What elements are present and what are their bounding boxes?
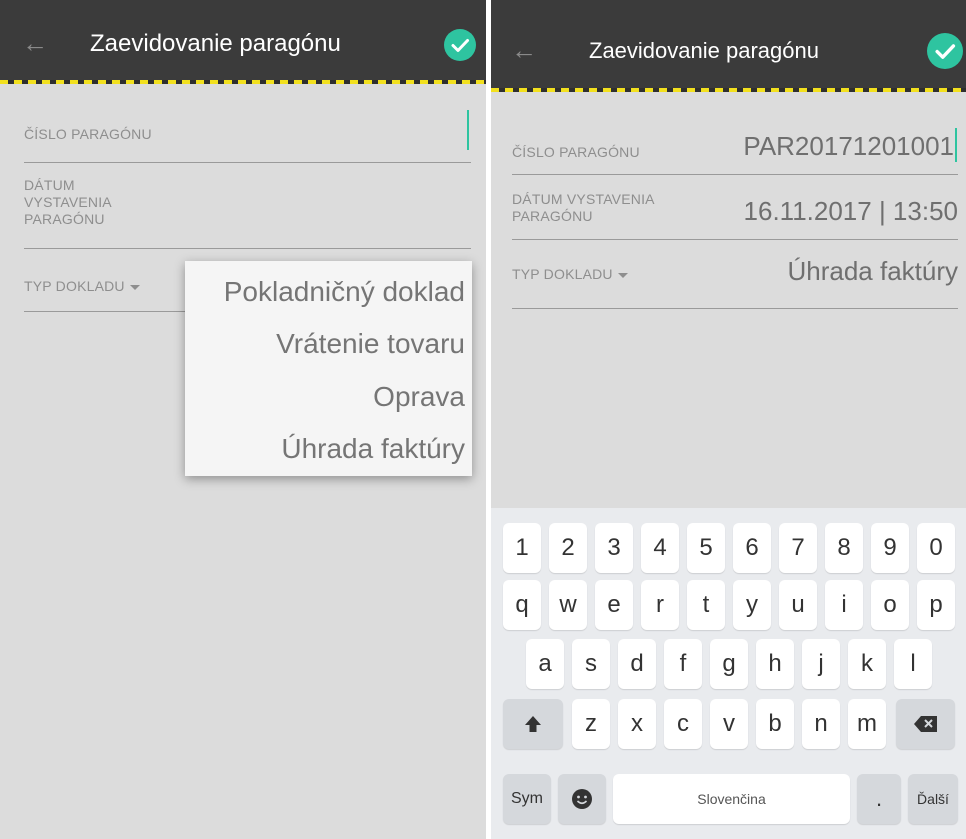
on-screen-keyboard: 1 2 3 4 5 6 7 8 9 0 q w e r t y u i o p … — [491, 508, 966, 839]
key-g[interactable]: g — [710, 639, 748, 689]
key-p[interactable]: p — [917, 580, 955, 630]
right-screen: ← Zaevidovanie paragónu ČÍSLO PARAGÓNU P… — [491, 0, 966, 839]
key-y[interactable]: y — [733, 580, 771, 630]
key-r[interactable]: r — [641, 580, 679, 630]
issue-date-label-line1: DÁTUM — [24, 177, 75, 193]
key-u[interactable]: u — [779, 580, 817, 630]
key-2[interactable]: 2 — [549, 523, 587, 573]
issue-date-label-line1: DÁTUM VYSTAVENIA — [512, 191, 655, 207]
key-q[interactable]: q — [503, 580, 541, 630]
menu-item[interactable]: Oprava — [373, 383, 465, 411]
receipt-number-value: PAR20171201001 — [743, 131, 954, 161]
toolbar-stripe — [0, 80, 486, 84]
key-l[interactable]: l — [894, 639, 932, 689]
doc-type-field[interactable] — [24, 311, 185, 312]
shift-key[interactable] — [503, 699, 563, 749]
arrow-left-icon[interactable]: ← — [22, 30, 48, 56]
dropdown-arrow-icon — [129, 284, 140, 290]
sym-key[interactable]: Sym — [503, 774, 551, 824]
menu-item[interactable]: Pokladničný doklad — [224, 278, 465, 306]
arrow-left-icon[interactable]: ← — [511, 37, 537, 63]
text-cursor — [467, 110, 469, 150]
issue-date-field[interactable] — [24, 248, 471, 249]
shift-arrow-icon — [525, 716, 541, 732]
key-z[interactable]: z — [572, 699, 610, 749]
check-icon[interactable] — [927, 33, 963, 69]
key-m[interactable]: m — [848, 699, 886, 749]
dropdown-arrow-icon — [617, 272, 628, 278]
key-1[interactable]: 1 — [503, 523, 541, 573]
key-c[interactable]: c — [664, 699, 702, 749]
key-n[interactable]: n — [802, 699, 840, 749]
key-f[interactable]: f — [664, 639, 702, 689]
key-j[interactable]: j — [802, 639, 840, 689]
menu-item[interactable]: Úhrada faktúry — [281, 435, 465, 463]
emoji-key[interactable] — [558, 774, 606, 824]
toolbar: ← Zaevidovanie paragónu — [491, 0, 966, 92]
issue-date-label-line3: PARAGÓNU — [24, 211, 105, 227]
key-t[interactable]: t — [687, 580, 725, 630]
key-x[interactable]: x — [618, 699, 656, 749]
toolbar-stripe — [491, 88, 966, 92]
key-v[interactable]: v — [710, 699, 748, 749]
doc-type-label[interactable]: TYP DOKLADU — [24, 278, 140, 295]
receipt-number-field[interactable] — [512, 174, 958, 175]
receipt-number-label: ČÍSLO PARAGÓNU — [24, 126, 152, 142]
key-w[interactable]: w — [549, 580, 587, 630]
check-icon[interactable] — [444, 29, 476, 61]
doc-type-field[interactable] — [512, 308, 958, 309]
issue-date-value: 16.11.2017 | 13:50 — [743, 196, 958, 226]
emoji-smile-icon — [572, 789, 592, 809]
key-8[interactable]: 8 — [825, 523, 863, 573]
backspace-key[interactable] — [896, 699, 955, 749]
key-3[interactable]: 3 — [595, 523, 633, 573]
issue-date-label-line2: PARAGÓNU — [512, 208, 593, 224]
receipt-number-field[interactable] — [24, 162, 471, 163]
text-cursor — [955, 128, 957, 162]
issue-date-field[interactable] — [512, 239, 958, 240]
toolbar: ← Zaevidovanie paragónu — [0, 0, 486, 84]
key-o[interactable]: o — [871, 580, 909, 630]
toolbar-title: Zaevidovanie paragónu — [589, 38, 819, 63]
key-6[interactable]: 6 — [733, 523, 771, 573]
doc-type-label-text: TYP DOKLADU — [512, 266, 613, 282]
doc-type-label[interactable]: TYP DOKLADU — [512, 266, 628, 283]
doc-type-value[interactable]: Úhrada faktúry — [787, 258, 958, 284]
issue-date-label-line2: VYSTAVENIA — [24, 194, 112, 210]
doc-type-label-text: TYP DOKLADU — [24, 278, 125, 294]
key-7[interactable]: 7 — [779, 523, 817, 573]
key-h[interactable]: h — [756, 639, 794, 689]
menu-item[interactable]: Vrátenie tovaru — [276, 330, 465, 358]
backspace-icon — [913, 716, 937, 732]
next-key[interactable]: Ďalší — [908, 774, 958, 824]
receipt-number-label: ČÍSLO PARAGÓNU — [512, 144, 640, 160]
doc-type-dropdown-menu: Pokladničný doklad Vrátenie tovaru Oprav… — [185, 261, 472, 476]
key-b[interactable]: b — [756, 699, 794, 749]
key-5[interactable]: 5 — [687, 523, 725, 573]
key-0[interactable]: 0 — [917, 523, 955, 573]
key-e[interactable]: e — [595, 580, 633, 630]
key-a[interactable]: a — [526, 639, 564, 689]
key-s[interactable]: s — [572, 639, 610, 689]
key-k[interactable]: k — [848, 639, 886, 689]
toolbar-title: Zaevidovanie paragónu — [90, 30, 341, 57]
key-d[interactable]: d — [618, 639, 656, 689]
period-key[interactable]: . — [857, 774, 901, 824]
key-9[interactable]: 9 — [871, 523, 909, 573]
space-key[interactable]: Slovenčina — [613, 774, 850, 824]
key-4[interactable]: 4 — [641, 523, 679, 573]
key-i[interactable]: i — [825, 580, 863, 630]
left-screen: ← Zaevidovanie paragónu ČÍSLO PARAGÓNU D… — [0, 0, 486, 839]
